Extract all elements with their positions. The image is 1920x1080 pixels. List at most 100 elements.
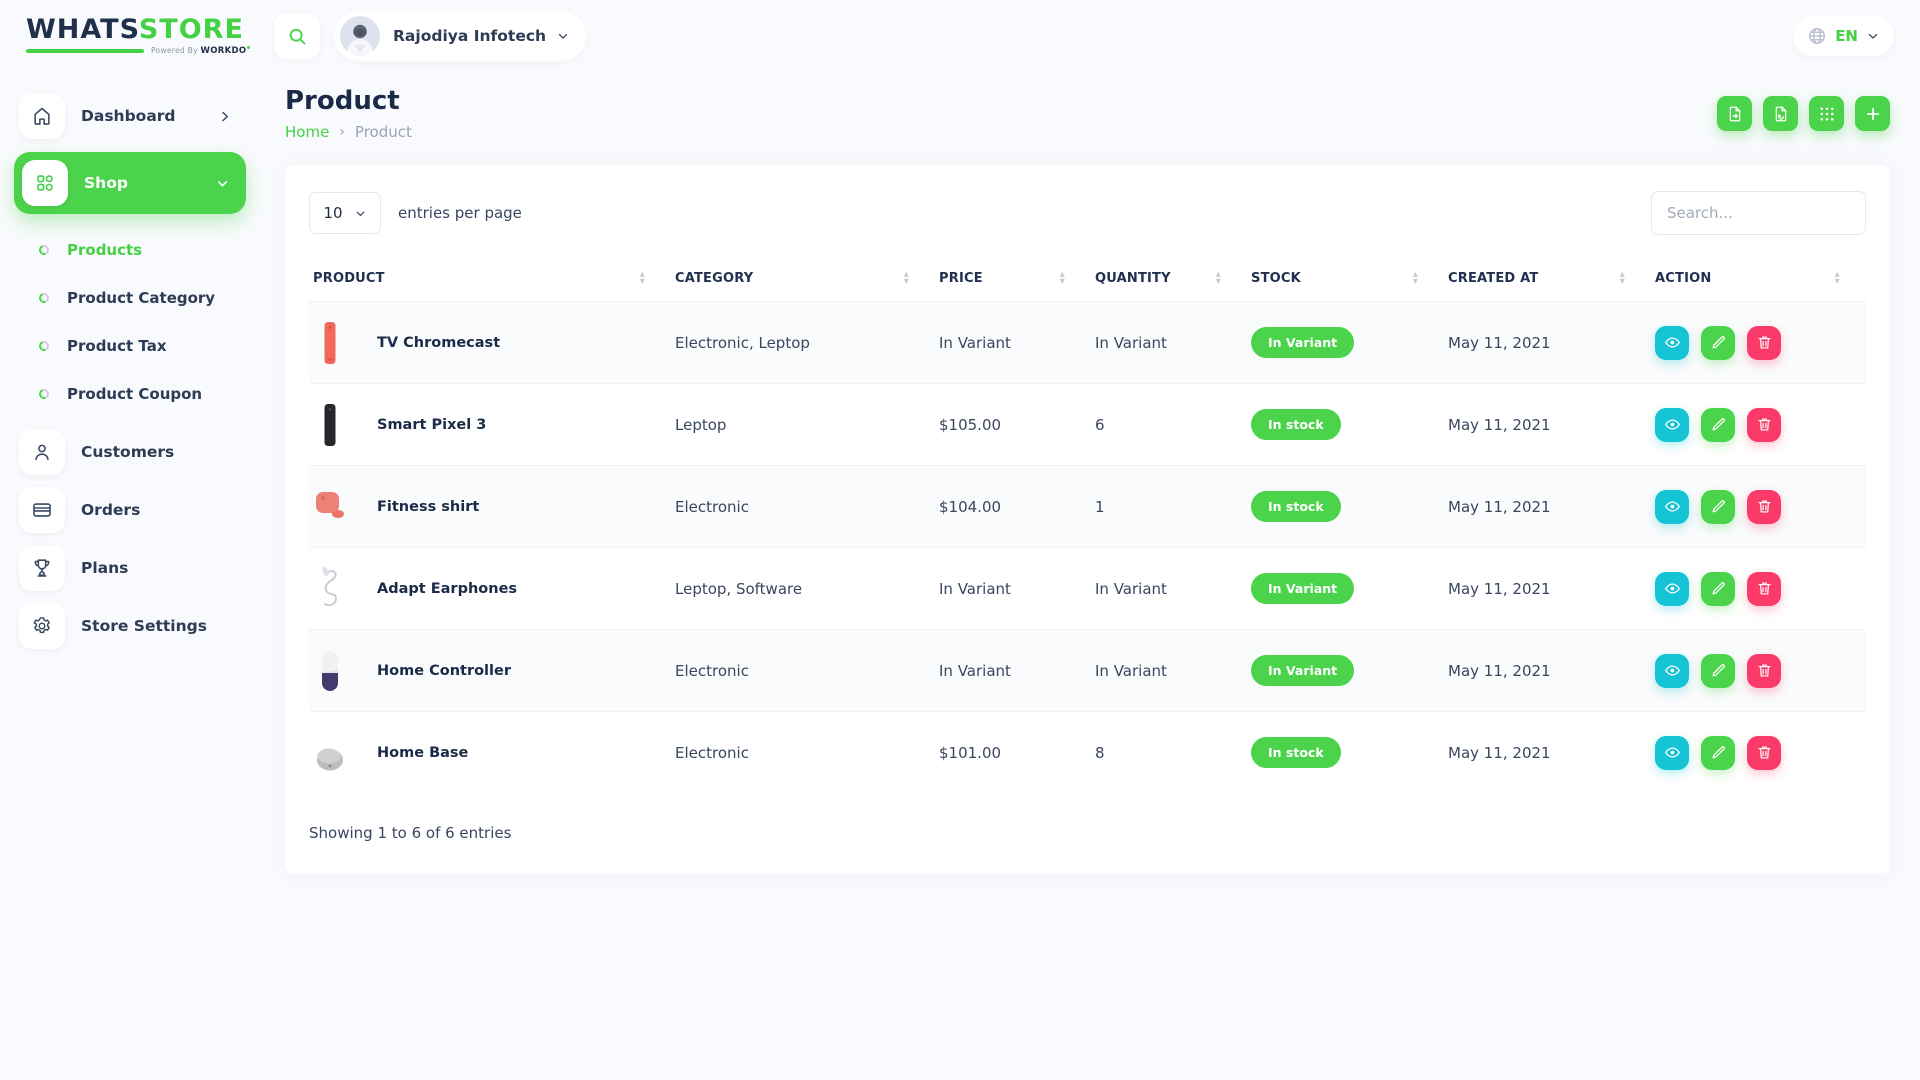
- sidebar-item-orders[interactable]: Orders: [14, 482, 246, 538]
- sidebar-item-product-tax[interactable]: Product Tax: [14, 322, 246, 370]
- product-quantity: In Variant: [1091, 548, 1247, 630]
- stock-badge: In Variant: [1251, 573, 1354, 604]
- delete-button[interactable]: [1747, 490, 1781, 524]
- table-row: Adapt EarphonesLeptop, SoftwareIn Varian…: [309, 548, 1866, 630]
- chevron-down-icon: [1866, 29, 1880, 43]
- edit-button[interactable]: [1701, 490, 1735, 524]
- product-category: Electronic: [671, 630, 935, 712]
- stock-badge: In Variant: [1251, 655, 1354, 686]
- edit-button[interactable]: [1701, 654, 1735, 688]
- view-button[interactable]: [1655, 490, 1689, 524]
- product-created-at: May 11, 2021: [1444, 384, 1651, 466]
- sidebar-item-label: Product Coupon: [67, 385, 202, 403]
- table-footer-status: Showing 1 to 6 of 6 entries: [309, 824, 1866, 842]
- product-created-at: May 11, 2021: [1444, 302, 1651, 384]
- app-logo[interactable]: WHATSSTORE Powered By WORKDO: [26, 16, 262, 56]
- table-row: Smart Pixel 3Leptop$105.006In stockMay 1…: [309, 384, 1866, 466]
- stock-badge: In stock: [1251, 409, 1341, 440]
- sidebar-item-label: Orders: [81, 501, 140, 519]
- column-header-action[interactable]: ACTION▴▾: [1651, 255, 1866, 302]
- product-image: [313, 729, 347, 777]
- search-input[interactable]: [1651, 191, 1866, 235]
- edit-button[interactable]: [1701, 572, 1735, 606]
- column-header-created-at[interactable]: CREATED AT▴▾: [1444, 255, 1651, 302]
- delete-button[interactable]: [1747, 654, 1781, 688]
- add-product-button[interactable]: [1855, 96, 1890, 131]
- delete-icon: [1756, 498, 1773, 515]
- sidebar-item-plans[interactable]: Plans: [14, 540, 246, 596]
- sidebar-item-label: Product Tax: [67, 337, 167, 355]
- import-button[interactable]: [1763, 96, 1798, 131]
- sidebar-item-product-category[interactable]: Product Category: [14, 274, 246, 322]
- user-menu[interactable]: Rajodiya Infotech: [334, 11, 586, 61]
- view-button[interactable]: [1655, 736, 1689, 770]
- logo-text: WHATSSTORE: [26, 16, 262, 43]
- column-header-price[interactable]: PRICE▴▾: [935, 255, 1091, 302]
- sidebar-item-store-settings[interactable]: Store Settings: [14, 598, 246, 654]
- delete-button[interactable]: [1747, 408, 1781, 442]
- globe-icon: [1807, 26, 1827, 46]
- export-button[interactable]: [1717, 96, 1752, 131]
- bullet-icon: [37, 387, 50, 400]
- product-price: $101.00: [935, 712, 1091, 794]
- breadcrumb: Home › Product: [285, 123, 412, 141]
- column-header-quantity[interactable]: QUANTITY▴▾: [1091, 255, 1247, 302]
- delete-button[interactable]: [1747, 326, 1781, 360]
- view-icon: [1664, 498, 1681, 515]
- bullet-icon: [37, 339, 50, 352]
- grid-view-button[interactable]: [1809, 96, 1844, 131]
- language-selector[interactable]: EN: [1793, 16, 1894, 56]
- stock-badge: In stock: [1251, 491, 1341, 522]
- column-header-category[interactable]: CATEGORY▴▾: [671, 255, 935, 302]
- product-category: Electronic: [671, 712, 935, 794]
- product-quantity: 1: [1091, 466, 1247, 548]
- table-header-row: PRODUCT▴▾CATEGORY▴▾PRICE▴▾QUANTITY▴▾STOC…: [309, 255, 1866, 302]
- table-row: Fitness shirtElectronic$104.001In stockM…: [309, 466, 1866, 548]
- search-button[interactable]: [274, 13, 320, 59]
- edit-button[interactable]: [1701, 326, 1735, 360]
- stock-badge: In Variant: [1251, 327, 1354, 358]
- product-created-at: May 11, 2021: [1444, 466, 1651, 548]
- breadcrumb-home-link[interactable]: Home: [285, 123, 329, 141]
- sidebar-item-label: Store Settings: [81, 617, 207, 635]
- breadcrumb-current: Product: [355, 123, 412, 141]
- entries-per-page-select[interactable]: 10: [309, 192, 381, 234]
- column-header-stock[interactable]: STOCK▴▾: [1247, 255, 1444, 302]
- language-label: EN: [1835, 27, 1858, 45]
- table-row: TV ChromecastElectronic, LeptopIn Varian…: [309, 302, 1866, 384]
- sort-icon: ▴▾: [1060, 271, 1065, 285]
- product-name: Home Base: [377, 745, 468, 761]
- chevron-down-icon: [556, 29, 570, 43]
- edit-icon: [1710, 416, 1727, 433]
- delete-button[interactable]: [1747, 736, 1781, 770]
- view-button[interactable]: [1655, 572, 1689, 606]
- sidebar-item-customers[interactable]: Customers: [14, 424, 246, 480]
- view-icon: [1664, 334, 1681, 351]
- page-title: Product: [285, 86, 412, 116]
- sidebar-item-dashboard[interactable]: Dashboard: [14, 88, 246, 144]
- view-button[interactable]: [1655, 408, 1689, 442]
- product-quantity: 8: [1091, 712, 1247, 794]
- view-button[interactable]: [1655, 326, 1689, 360]
- delete-icon: [1756, 416, 1773, 433]
- sidebar-item-shop[interactable]: Shop: [14, 152, 246, 214]
- edit-button[interactable]: [1701, 408, 1735, 442]
- sort-icon: ▴▾: [1620, 271, 1625, 285]
- company-name: Rajodiya Infotech: [393, 27, 546, 45]
- delete-button[interactable]: [1747, 572, 1781, 606]
- view-icon: [1664, 416, 1681, 433]
- view-button[interactable]: [1655, 654, 1689, 688]
- sidebar-item-product-coupon[interactable]: Product Coupon: [14, 370, 246, 418]
- entries-value: 10: [323, 204, 342, 222]
- topbar: WHATSSTORE Powered By WORKDO Rajodiya In…: [0, 0, 1920, 72]
- product-table: PRODUCT▴▾CATEGORY▴▾PRICE▴▾QUANTITY▴▾STOC…: [309, 255, 1866, 794]
- column-header-product[interactable]: PRODUCT▴▾: [309, 255, 671, 302]
- avatar: [340, 16, 380, 56]
- product-category: Electronic, Leptop: [671, 302, 935, 384]
- product-created-at: May 11, 2021: [1444, 548, 1651, 630]
- edit-button[interactable]: [1701, 736, 1735, 770]
- product-category: Electronic: [671, 466, 935, 548]
- sidebar-item-products[interactable]: Products: [14, 226, 246, 274]
- customers-icon: [31, 441, 53, 463]
- main-content: Product Home › Product 10 entr: [260, 72, 1920, 874]
